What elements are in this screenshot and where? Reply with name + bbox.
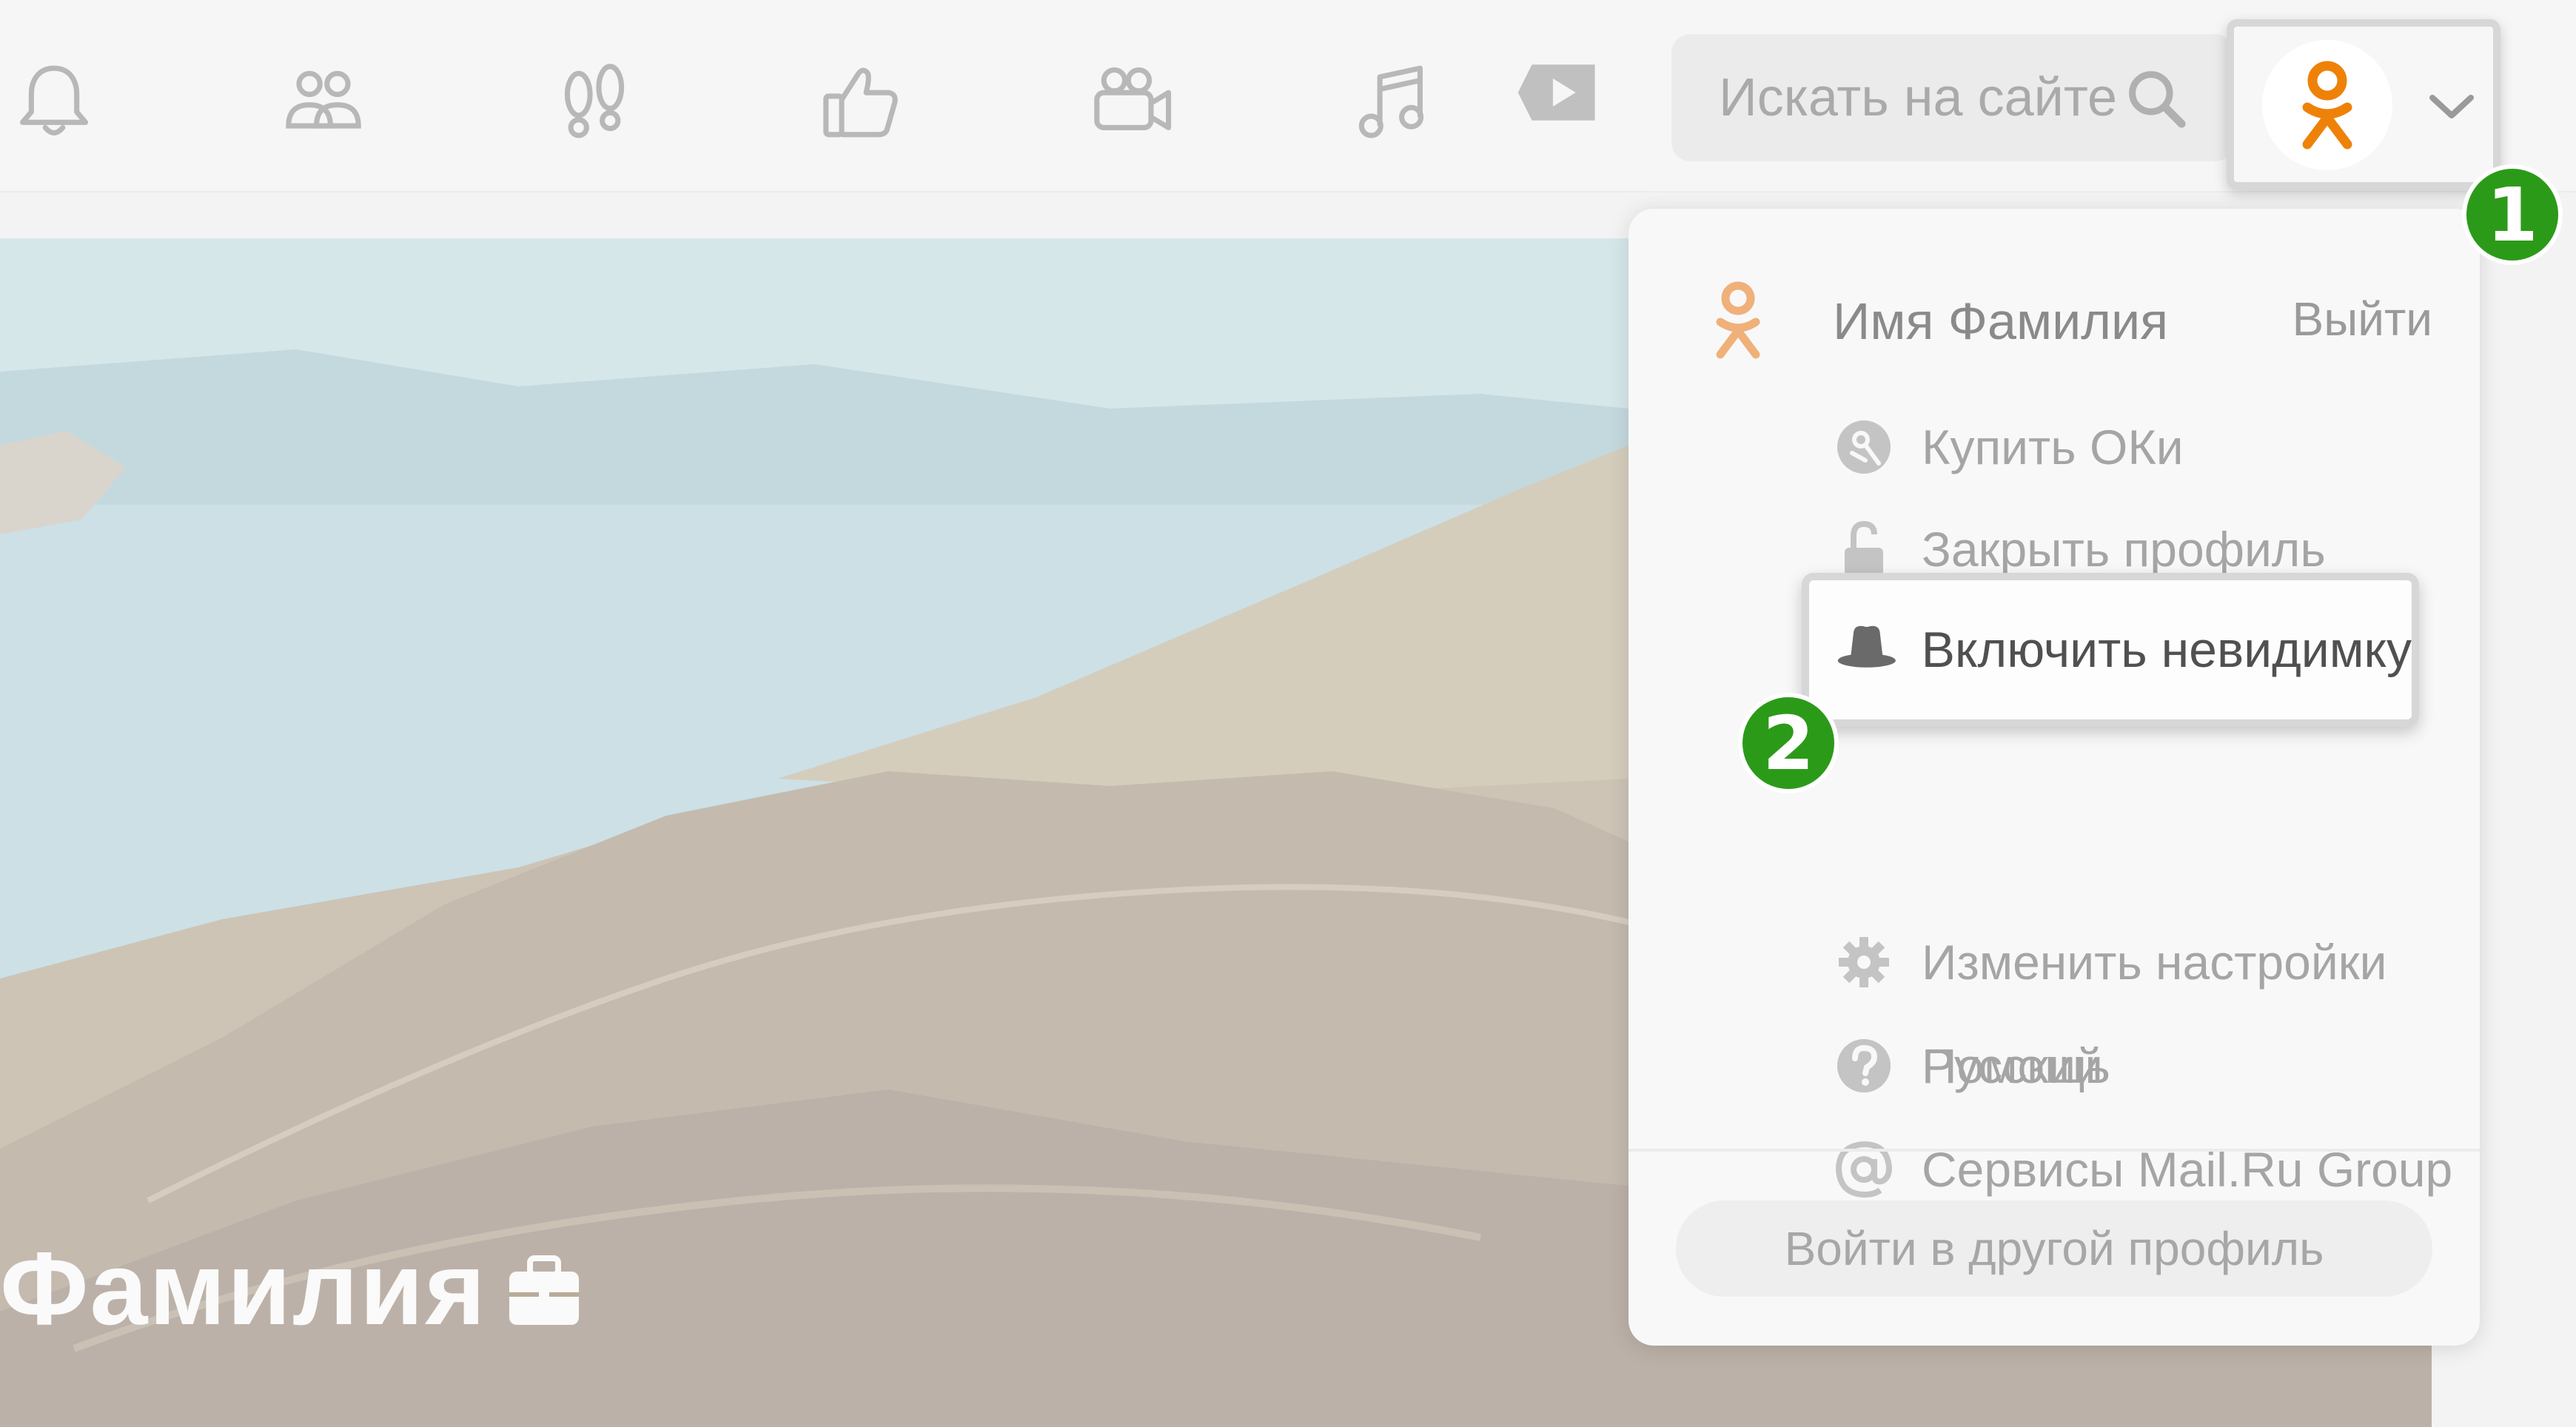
menu-item-label: Включить невидимку — [1921, 622, 2412, 678]
hat-icon — [1836, 617, 1898, 683]
switch-profile-button[interactable]: Войти в другой профиль — [1676, 1201, 2432, 1297]
search-input[interactable] — [1719, 67, 2133, 128]
logout-link[interactable]: Выйти — [2292, 292, 2433, 346]
user-menu-toggle[interactable] — [2227, 19, 2500, 189]
video-icon[interactable] — [1084, 53, 1180, 150]
chevron-down-icon[interactable] — [2422, 84, 2481, 129]
gear-icon — [1834, 933, 1894, 992]
search-icon[interactable] — [2123, 65, 2190, 132]
menu-divider — [1629, 1149, 2480, 1152]
help-icon — [1834, 1036, 1894, 1095]
lock-icon — [1834, 520, 1894, 579]
friends-icon[interactable] — [275, 53, 372, 150]
page: Фамилия Искать на сайте Имя Фамилия Выйт… — [0, 0, 2576, 1427]
menu-item-label: Изменить настройки — [1922, 935, 2387, 990]
ok-logo-icon — [1716, 281, 1760, 359]
profile-name-text: Фамилия — [0, 1230, 487, 1346]
ok-coin-icon — [1834, 417, 1894, 477]
menu-item-label: Купить ОКи — [1922, 420, 2184, 474]
step-badge-1: 1 — [2462, 164, 2563, 265]
events-icon[interactable] — [813, 53, 909, 150]
video-player-icon[interactable] — [1510, 44, 1606, 141]
guests-icon[interactable] — [546, 53, 643, 150]
ok-logo-icon — [2302, 61, 2352, 150]
user-name-label[interactable]: Имя Фамилия — [1833, 292, 2168, 351]
music-icon[interactable] — [1346, 53, 1442, 150]
menu-item-settings[interactable]: Изменить настройки — [1834, 918, 2387, 1007]
notifications-icon[interactable] — [6, 53, 102, 150]
menu-item-invisible-mode[interactable]: Включить невидимку — [1802, 573, 2419, 727]
menu-item-help[interactable]: Помощь — [1834, 1021, 2110, 1110]
search-box[interactable] — [1671, 34, 2234, 161]
avatar[interactable] — [2262, 40, 2392, 170]
briefcase-icon — [509, 1255, 579, 1325]
top-navigation-bar — [0, 0, 2576, 192]
menu-item-buy-ok[interactable]: Купить ОКи — [1834, 403, 2184, 491]
step-badge-2: 2 — [1738, 693, 1839, 793]
menu-item-label: Закрыть профиль — [1922, 522, 2326, 577]
menu-item-label: Помощь — [1922, 1038, 2110, 1093]
